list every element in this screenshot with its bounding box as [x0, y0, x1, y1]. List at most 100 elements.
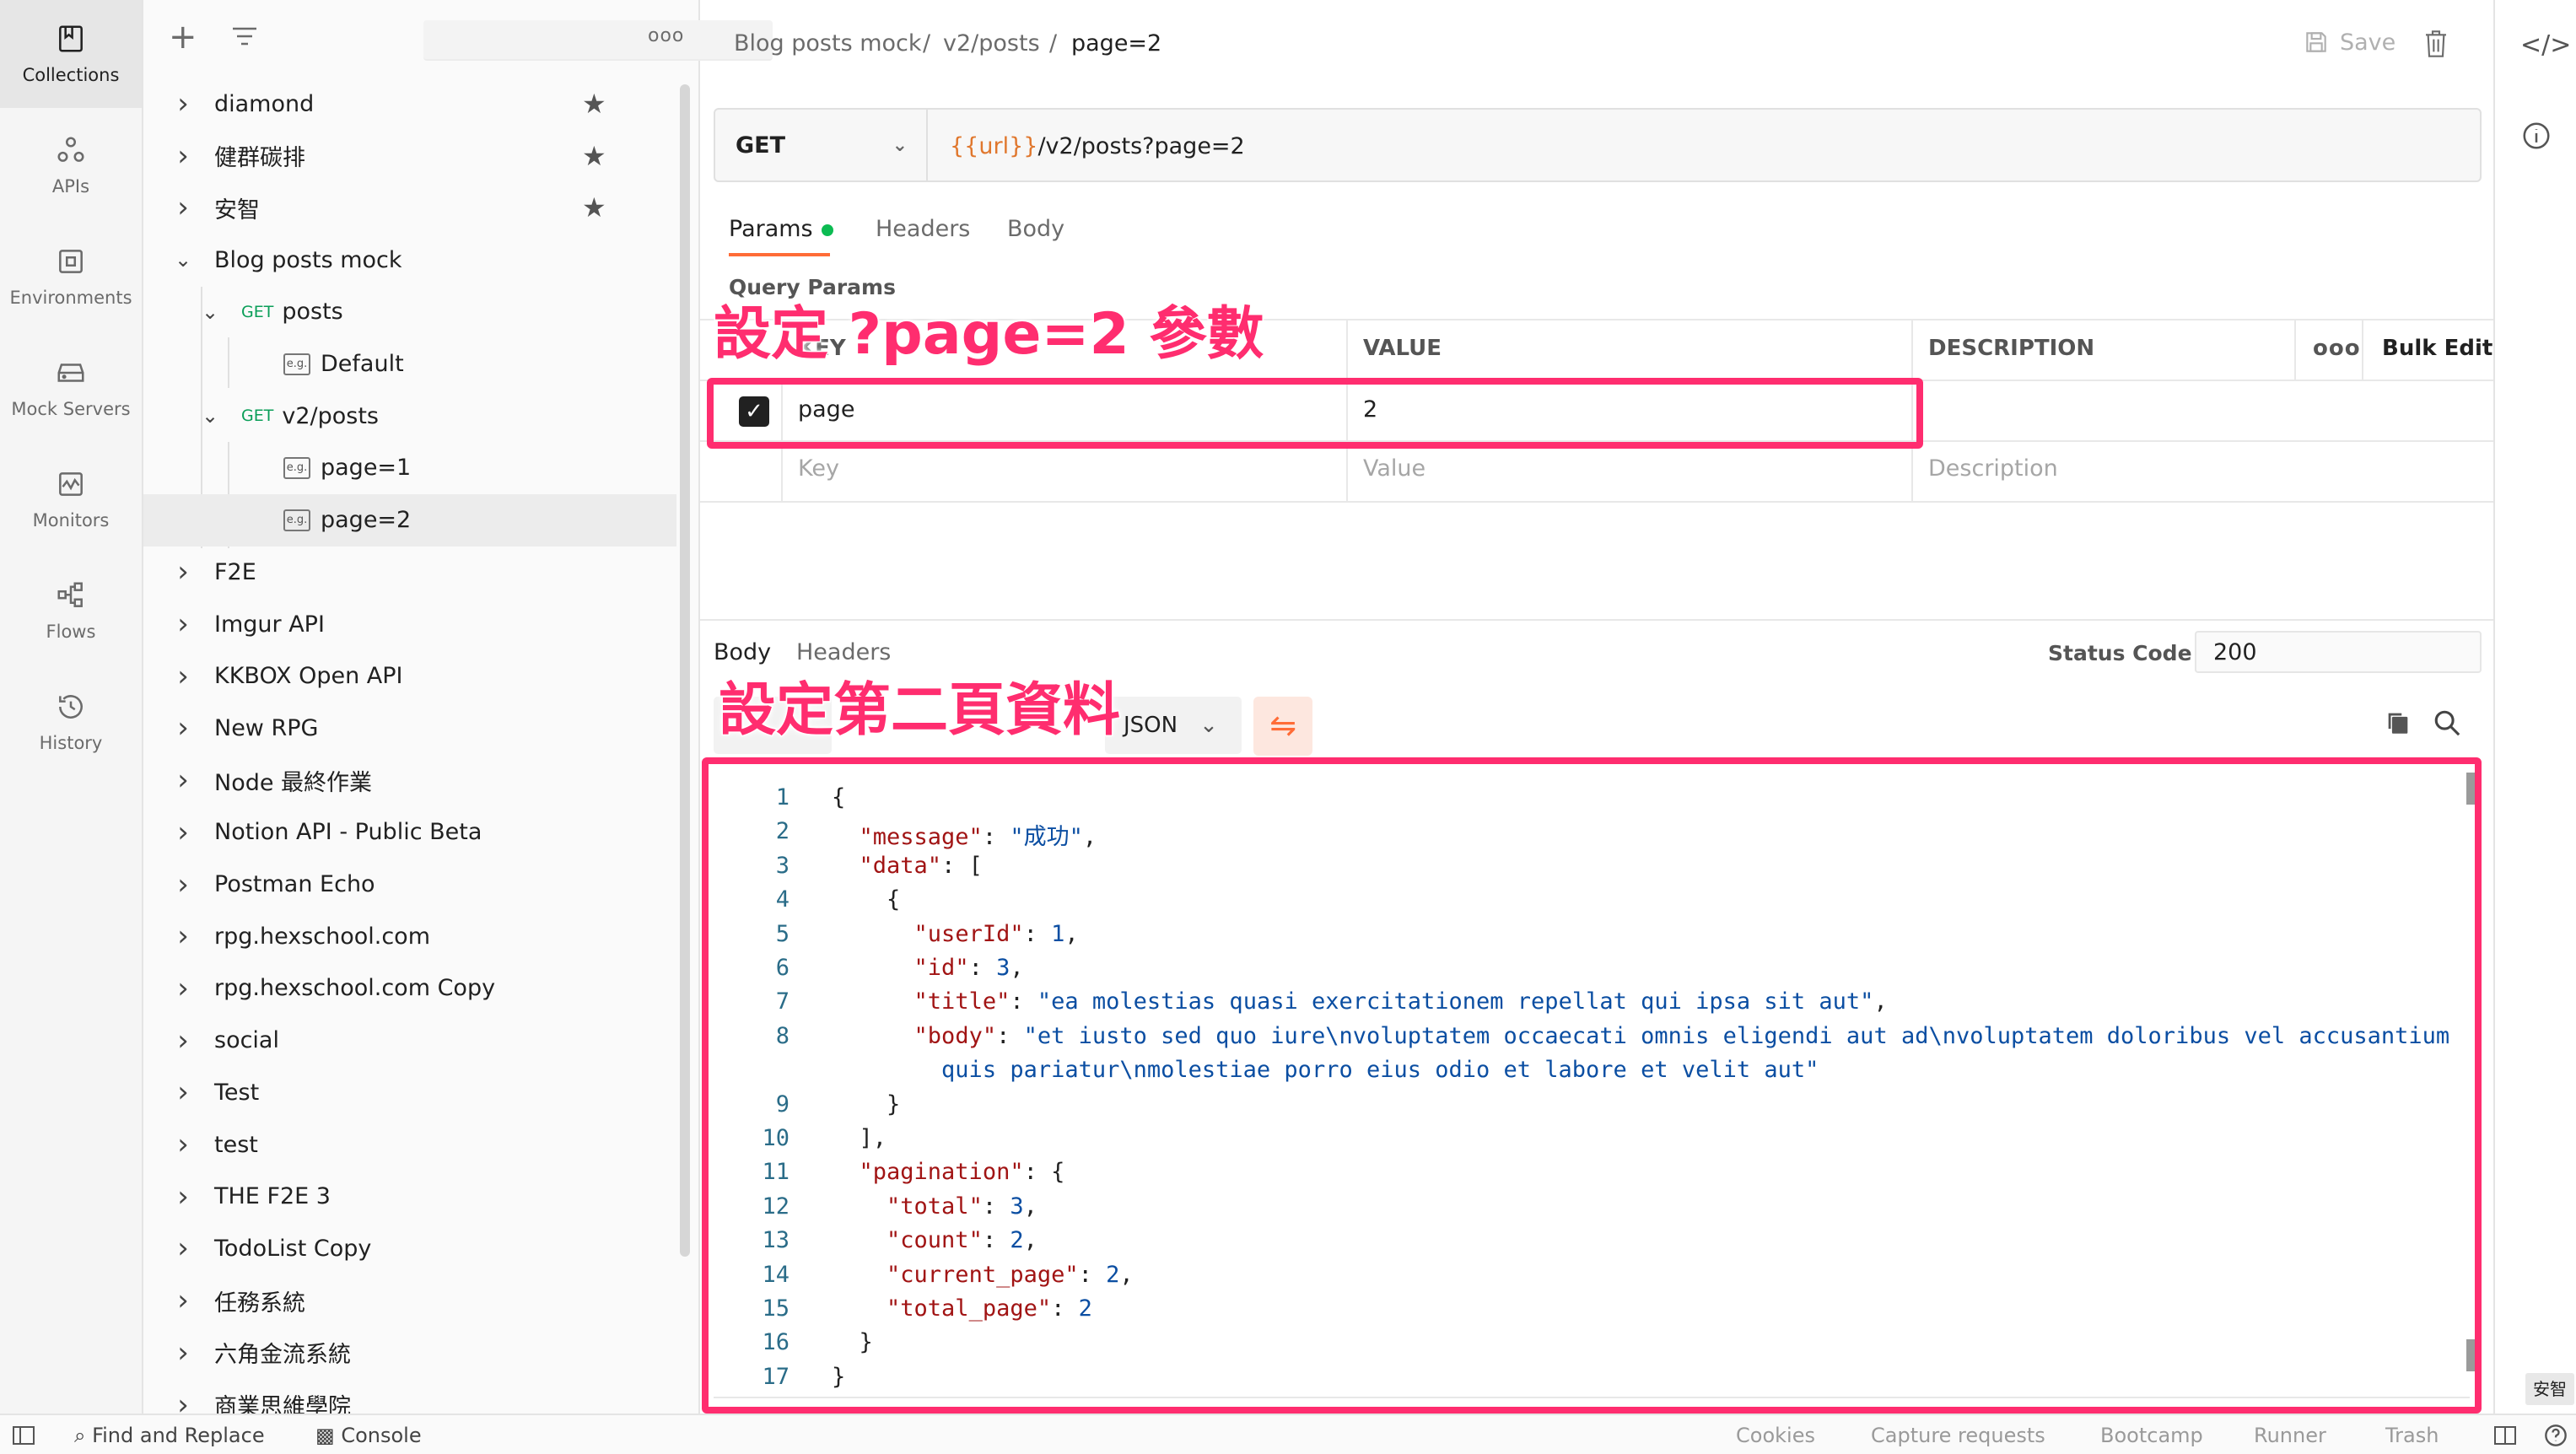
tab-body[interactable]: Body [1007, 216, 1064, 242]
info-icon[interactable] [2520, 120, 2552, 155]
tab-params[interactable]: Params [729, 216, 833, 242]
tree-item-label: 安智 [214, 197, 260, 223]
star-icon[interactable]: ★ [582, 191, 606, 223]
help-icon[interactable] [2544, 1424, 2568, 1452]
capture-requests-button[interactable]: Capture requests [1871, 1424, 2045, 1447]
breadcrumb-current: page=2 [1071, 30, 1162, 57]
chevron-right-icon[interactable]: › [169, 868, 197, 902]
breadcrumb-folder[interactable]: v2/posts [943, 30, 1040, 57]
tree-item[interactable]: › Imgur API [143, 598, 676, 650]
rail-label: Monitors [32, 510, 110, 530]
tab-headers[interactable]: Headers [876, 216, 970, 242]
chevron-down-icon[interactable]: ⌄ [196, 300, 224, 324]
find-replace-button[interactable]: ⌕ Find and Replace [74, 1424, 265, 1447]
tree-item[interactable]: › social [143, 1015, 676, 1067]
bulk-edit-button[interactable]: Bulk Edit [2382, 336, 2492, 361]
tree-item[interactable]: › THE F2E 3 [143, 1171, 676, 1223]
chevron-right-icon[interactable]: › [169, 1180, 197, 1214]
tree-item[interactable]: › 六角金流系統 [143, 1327, 676, 1379]
chevron-right-icon[interactable]: › [169, 87, 197, 121]
bootcamp-button[interactable]: Bootcamp [2100, 1424, 2203, 1447]
trash-button[interactable]: Trash [2385, 1424, 2439, 1447]
tree-item-label: page=1 [321, 455, 412, 482]
response-tab-body[interactable]: Body [714, 639, 771, 665]
chevron-right-icon[interactable]: › [169, 1075, 197, 1109]
new-value-input[interactable]: Value [1363, 455, 1425, 482]
tree-item[interactable]: › TodoList Copy [143, 1222, 676, 1274]
search-icon [2434, 710, 2460, 736]
plus-icon[interactable]: + [169, 20, 197, 54]
tree-item[interactable]: › F2E [143, 546, 676, 598]
response-tab-headers[interactable]: Headers [796, 639, 891, 665]
chevron-right-icon[interactable]: › [169, 660, 197, 693]
tree-item[interactable]: › Notion API - Public Beta [143, 806, 676, 859]
rail-mock-servers[interactable]: Mock Servers [0, 334, 142, 442]
search-button[interactable] [2433, 708, 2461, 740]
chevron-right-icon[interactable]: › [169, 763, 197, 797]
tree-item[interactable]: › diamond ★ [143, 78, 676, 130]
tree-item[interactable]: e.g. Default [143, 338, 676, 390]
rail-monitors[interactable]: Monitors [0, 445, 142, 553]
tree-item[interactable]: › 安智 ★ [143, 181, 676, 234]
chevron-right-icon[interactable]: › [169, 1128, 197, 1161]
cookies-button[interactable]: Cookies [1736, 1424, 1815, 1447]
rail-collections[interactable]: Collections [0, 0, 142, 108]
chevron-right-icon[interactable]: › [169, 919, 197, 953]
format-select[interactable]: JSON ⌄ [1105, 697, 1242, 754]
two-pane-icon[interactable] [2493, 1425, 2517, 1451]
method-select[interactable]: GET ⌄ [715, 110, 928, 180]
tree-item[interactable]: › 任務系統 [143, 1274, 676, 1327]
chevron-right-icon[interactable]: › [169, 1284, 197, 1317]
chevron-right-icon[interactable]: › [169, 1231, 197, 1265]
toggle-sidebar-icon[interactable] [12, 1425, 35, 1451]
tree-item[interactable]: ⌄ Blog posts mock [143, 234, 676, 286]
url-input[interactable]: {{url}}/v2/posts?page=2 [950, 133, 1245, 159]
sidebar-scrollbar[interactable] [680, 84, 690, 1257]
tree-item[interactable]: › Node 最終作業 [143, 754, 676, 806]
chevron-down-icon[interactable]: ⌄ [196, 404, 224, 428]
wrap-lines-button[interactable]: ⇋ [1253, 697, 1312, 756]
breadcrumb-collection[interactable]: Blog posts mock [734, 30, 922, 57]
chevron-right-icon[interactable]: › [169, 972, 197, 1005]
chevron-right-icon[interactable]: › [169, 555, 197, 589]
tree-item[interactable]: e.g. page=1 [143, 442, 676, 494]
copy-button[interactable] [2384, 708, 2412, 740]
tree-item[interactable]: › Test [143, 1066, 676, 1118]
tree-item[interactable]: › Postman Echo [143, 859, 676, 911]
tree-item-label: diamond [214, 90, 315, 117]
tree-item[interactable]: › New RPG [143, 702, 676, 754]
chevron-right-icon[interactable]: › [169, 1336, 197, 1370]
status-code-input[interactable]: 200 [2195, 631, 2482, 673]
chevron-right-icon[interactable]: › [169, 139, 197, 173]
tree-item[interactable]: ⌄ GET posts [143, 286, 676, 338]
chevron-right-icon[interactable]: › [169, 1024, 197, 1058]
console-button[interactable]: ▩ Console [315, 1424, 422, 1447]
star-icon[interactable]: ★ [582, 140, 606, 172]
filter-icon[interactable] [231, 25, 258, 54]
star-icon[interactable]: ★ [582, 88, 606, 120]
tree-item[interactable]: › test [143, 1118, 676, 1171]
tree-item[interactable]: › rpg.hexschool.com [143, 910, 676, 962]
tree-item[interactable]: e.g. page=2 [143, 493, 676, 547]
chevron-down-icon[interactable]: ⌄ [169, 248, 197, 272]
tree-item[interactable]: › KKBOX Open API [143, 650, 676, 703]
code-snippet-icon[interactable]: </> [2520, 30, 2571, 60]
new-key-input[interactable]: Key [798, 455, 839, 482]
more-options-icon[interactable]: ooo [648, 25, 684, 46]
delete-button[interactable] [2422, 29, 2449, 62]
chevron-right-icon[interactable]: › [169, 607, 197, 641]
params-more-button[interactable]: ooo [2313, 336, 2361, 361]
rail-environments[interactable]: Environments [0, 223, 142, 331]
runner-button[interactable]: Runner [2254, 1424, 2326, 1447]
new-description-input[interactable]: Description [1928, 455, 2058, 482]
chevron-right-icon[interactable]: › [169, 816, 197, 849]
rail-flows[interactable]: Flows [0, 557, 142, 665]
tree-item[interactable]: ⌄ GET v2/posts [143, 390, 676, 442]
rail-apis[interactable]: APIs [0, 111, 142, 219]
chevron-right-icon[interactable]: › [169, 191, 197, 224]
tree-item[interactable]: › 健群碳排 ★ [143, 130, 676, 182]
save-button[interactable]: Save [2303, 29, 2395, 56]
rail-history[interactable]: History [0, 668, 142, 776]
chevron-right-icon[interactable]: › [169, 711, 197, 745]
tree-item[interactable]: › rpg.hexschool.com Copy [143, 962, 676, 1015]
